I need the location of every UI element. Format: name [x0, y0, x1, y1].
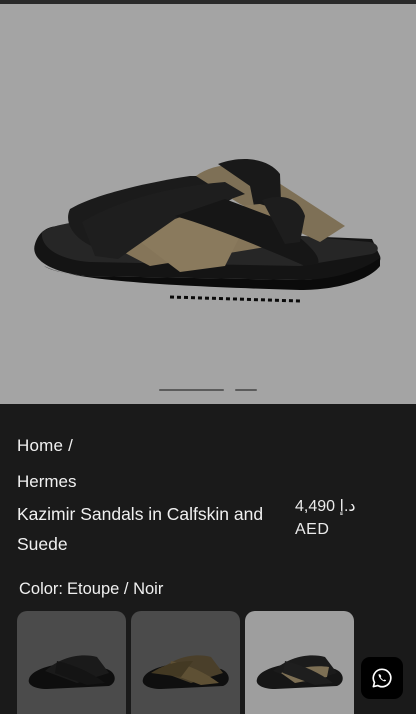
whatsapp-chat-button[interactable] [361, 657, 403, 699]
price-currency: AED [295, 521, 330, 538]
product-brand[interactable]: Hermes [17, 472, 77, 492]
breadcrumb-home-link[interactable]: Home [17, 436, 63, 455]
whatsapp-icon [372, 668, 392, 688]
breadcrumb: Home / [17, 436, 73, 456]
price-amount: د.إ 4,490 [295, 498, 356, 515]
swatch-noir-image [28, 655, 115, 689]
breadcrumb-separator: / [68, 436, 74, 455]
color-label-text: Color: [19, 580, 64, 598]
carousel-indicator-2[interactable] [235, 389, 257, 391]
product-price: د.إ 4,490 AED [295, 495, 356, 541]
product-details: Home / Hermes Kazimir Sandals in Calfski… [0, 404, 416, 714]
color-swatch-etoupe-noir[interactable] [245, 611, 354, 714]
carousel-indicator-1[interactable] [159, 389, 224, 391]
color-swatch-noir[interactable] [17, 611, 126, 714]
product-image [34, 159, 381, 303]
product-title: Kazimir Sandals in Calfskin and Suede [17, 504, 264, 554]
swatch-etoupe-noir-image [256, 655, 343, 689]
color-selection-label: Color: Etoupe / Noir [19, 580, 163, 599]
color-value: Etoupe / Noir [67, 580, 164, 598]
swatch-etoupe-image [142, 655, 229, 689]
product-image-carousel[interactable] [0, 4, 416, 404]
color-swatch-etoupe[interactable] [131, 611, 240, 714]
